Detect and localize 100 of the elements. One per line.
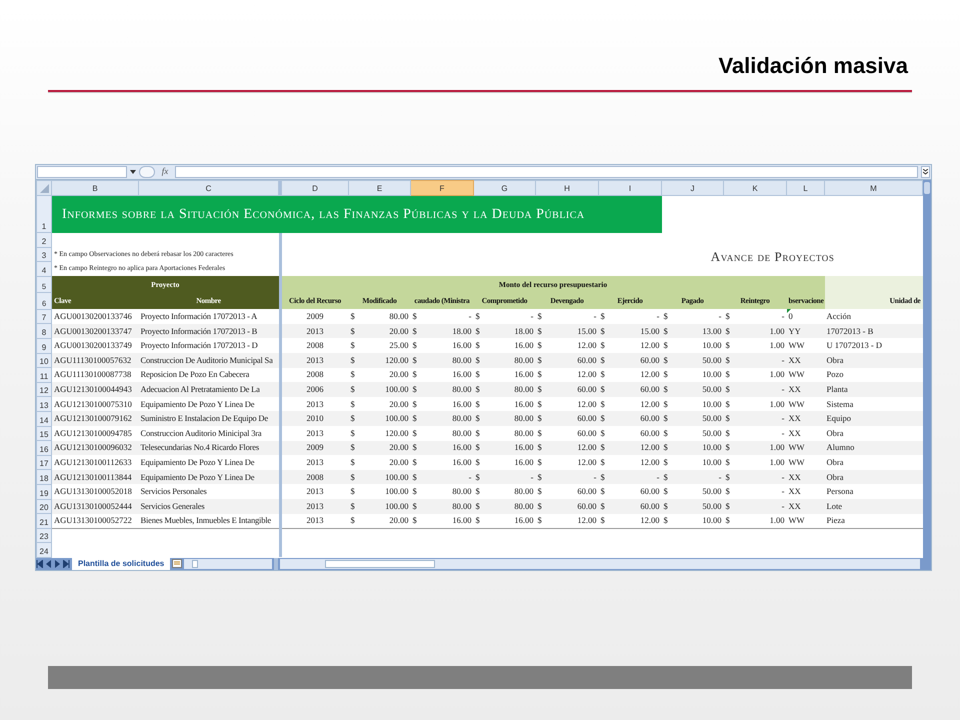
column-header[interactable]: K [724, 180, 786, 196]
currency-sign: $ [476, 472, 480, 483]
currency-sign: $ [600, 326, 605, 337]
row-header[interactable]: 18 [36, 470, 52, 484]
name-box-field[interactable] [37, 166, 127, 178]
currency-sign: $ [476, 486, 480, 498]
currency-sign: $ [600, 384, 605, 396]
column-header[interactable]: J [662, 180, 724, 196]
row-header[interactable]: 8 [36, 324, 52, 338]
amount-value: 10.00 [702, 515, 722, 526]
amount-value: 80.00 [452, 354, 472, 366]
amount-value: 80.00 [514, 384, 534, 396]
horizontal-scrollbar[interactable] [184, 558, 272, 569]
column-header[interactable]: F [410, 180, 474, 196]
amount-value: 50.00 [702, 486, 722, 498]
row-header[interactable]: 3 [36, 247, 52, 262]
row-header[interactable]: 2 [36, 232, 52, 248]
row-header[interactable]: 16 [36, 440, 52, 456]
caret-icon[interactable] [130, 170, 136, 174]
currency-sign: $ [412, 354, 417, 366]
row-header[interactable]: 15 [36, 426, 52, 441]
column-header[interactable]: B [52, 180, 138, 196]
formula-input-field[interactable] [175, 166, 918, 178]
table-cell: AGU11130100057632 [52, 353, 138, 368]
column-header[interactable]: I [598, 180, 662, 196]
amount-value: - [530, 472, 534, 483]
currency-sign: $ [476, 369, 480, 380]
row-header[interactable]: 17 [36, 455, 52, 470]
amount-value: 60.00 [640, 413, 660, 424]
column-header[interactable]: L [786, 180, 824, 196]
column-header[interactable]: E [348, 180, 410, 196]
amount-value: 12.00 [640, 515, 660, 526]
row-header[interactable]: 21 [36, 514, 52, 528]
row-header[interactable]: 10 [36, 353, 52, 368]
table-cell: 2013 [282, 396, 348, 412]
column-header[interactable]: D [282, 180, 348, 196]
currency-sign: $ [600, 500, 605, 512]
row-header[interactable]: 24 [36, 542, 52, 558]
amount-value: 60.00 [577, 428, 596, 439]
table-cell: AGU12130100079162 [52, 411, 138, 426]
row-header[interactable]: 9 [36, 338, 52, 354]
cell-text: XX [788, 413, 801, 424]
currency-sign: $ [350, 472, 355, 483]
currency-sign: $ [726, 384, 730, 396]
horizontal-scrollbar[interactable] [280, 558, 920, 569]
function-icon[interactable]: fx [158, 165, 172, 179]
sheet-subtitle: Avance de Proyectos [282, 232, 922, 262]
row-header[interactable]: 13 [36, 396, 52, 412]
slide-title: Validación masiva [718, 53, 908, 79]
row-header[interactable]: 23 [36, 528, 52, 543]
first-sheet-icon[interactable] [36, 560, 43, 568]
currency-sign: $ [664, 340, 668, 352]
amount-value: 1.00 [770, 442, 784, 454]
currency-sign: $ [412, 442, 417, 454]
table-cell: AGU12130100075310 [52, 396, 138, 412]
row-header[interactable]: 1 [36, 196, 52, 232]
sheet-tab[interactable]: Plantilla de solicitudes [72, 558, 170, 570]
amount-value: 60.00 [640, 428, 660, 439]
row-header[interactable]: 7 [36, 309, 52, 324]
amount-value: 18.00 [452, 326, 472, 337]
currency-sign: $ [350, 413, 355, 424]
vertical-scrollbar[interactable] [923, 180, 931, 558]
amount-value: 12.00 [640, 398, 660, 410]
row-header[interactable]: 19 [36, 484, 52, 499]
column-header[interactable]: C [138, 180, 278, 196]
table-cell: 2006 [282, 382, 348, 397]
last-sheet-icon[interactable] [63, 560, 70, 568]
row-header[interactable]: 12 [36, 382, 52, 397]
currency-sign: $ [726, 472, 730, 483]
row-header[interactable]: 14 [36, 411, 52, 426]
cell-text: WW [788, 340, 805, 350]
expand-button[interactable] [921, 166, 930, 178]
column-header[interactable]: M [824, 180, 922, 196]
currency-sign: $ [476, 326, 480, 337]
table-cell: AGU13130100052018 [52, 484, 138, 499]
currency-sign: $ [350, 442, 355, 454]
row-header[interactable]: 11 [36, 368, 52, 382]
amount-value: - [782, 500, 784, 512]
currency-sign: $ [412, 311, 417, 322]
currency-sign: $ [412, 500, 417, 512]
column-header[interactable]: H [536, 180, 598, 196]
table-cell: 2008 [282, 368, 348, 382]
table-cell: Equipamiento De Pozo Y Linea De [138, 470, 278, 484]
table-cell: Pozo [824, 368, 922, 382]
table-cell: Acción [824, 309, 922, 324]
column-header[interactable]: G [474, 180, 536, 196]
amount-value: - [468, 472, 472, 483]
amount-value: 12.00 [577, 398, 596, 410]
amount-value: 50.00 [702, 413, 722, 424]
amount-value: 16.00 [452, 369, 472, 380]
row-header[interactable]: 20 [36, 499, 52, 514]
cell-text: WW [788, 369, 805, 380]
amount-value: 16.00 [452, 515, 472, 526]
next-sheet-icon[interactable] [54, 560, 61, 568]
insert-sheet-icon[interactable] [172, 559, 182, 568]
previous-sheet-icon[interactable] [45, 560, 52, 568]
currency-sign: $ [412, 384, 417, 396]
amount-value: 1.00 [770, 340, 784, 352]
currency-sign: $ [538, 384, 542, 396]
row-header[interactable]: 4 [36, 262, 52, 276]
